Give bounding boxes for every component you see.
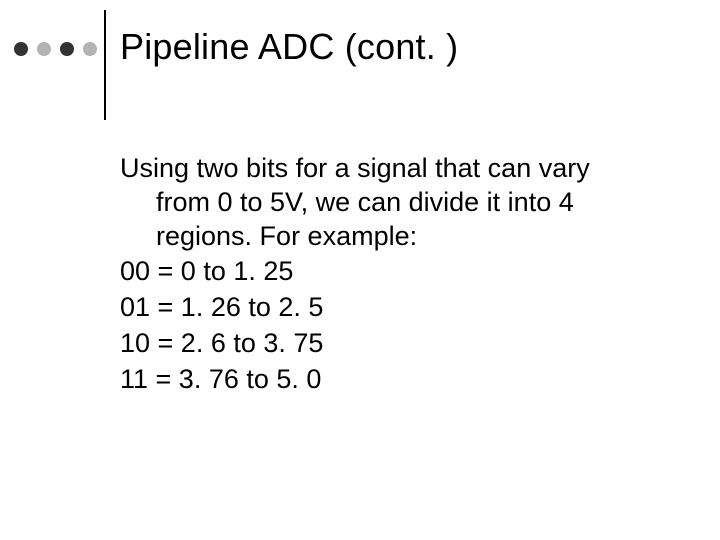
text-line: regions. For example: — [120, 220, 640, 254]
bullet-icon — [14, 42, 28, 56]
body-text: Using two bits for a signal that can var… — [120, 152, 640, 396]
region-list: 00 = 0 to 1. 25 01 = 1. 26 to 2. 5 10 = … — [120, 255, 640, 396]
page-title: Pipeline ADC (cont. ) — [120, 26, 458, 68]
bullet-icon — [83, 42, 97, 56]
list-item: 10 = 2. 6 to 3. 75 — [120, 327, 640, 361]
list-item: 00 = 0 to 1. 25 — [120, 255, 640, 289]
list-item: 11 = 3. 76 to 5. 0 — [120, 363, 640, 397]
bullet-row — [14, 42, 97, 56]
text-line: from 0 to 5V, we can divide it into 4 — [120, 186, 640, 220]
intro-paragraph: Using two bits for a signal that can var… — [120, 152, 640, 253]
slide: Pipeline ADC (cont. ) Using two bits for… — [0, 0, 720, 540]
bullet-icon — [37, 42, 51, 56]
list-item: 01 = 1. 26 to 2. 5 — [120, 291, 640, 325]
text-line: Using two bits for a signal that can var… — [120, 152, 640, 186]
bullet-icon — [60, 42, 74, 56]
vertical-rule — [104, 10, 106, 120]
